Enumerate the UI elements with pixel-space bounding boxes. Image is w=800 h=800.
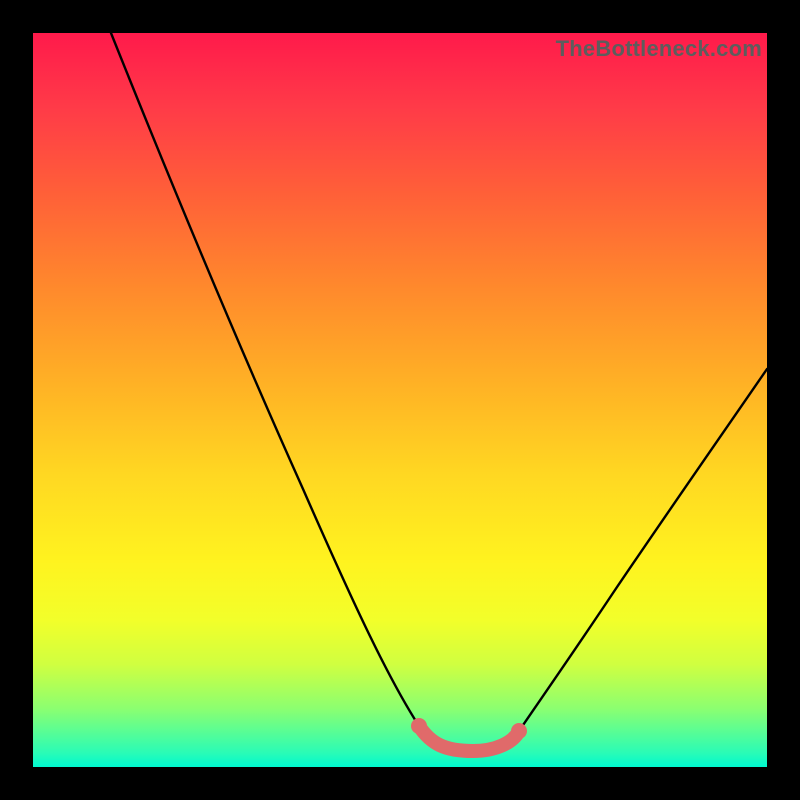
watermark-text: TheBottleneck.com <box>556 36 762 62</box>
highlight-end-left <box>411 718 427 734</box>
curve-path <box>111 33 767 751</box>
highlight-end-right <box>511 723 527 739</box>
chart-frame: TheBottleneck.com <box>0 0 800 800</box>
highlight-path <box>419 726 519 751</box>
chart-svg <box>33 33 767 767</box>
plot-area <box>33 33 767 767</box>
